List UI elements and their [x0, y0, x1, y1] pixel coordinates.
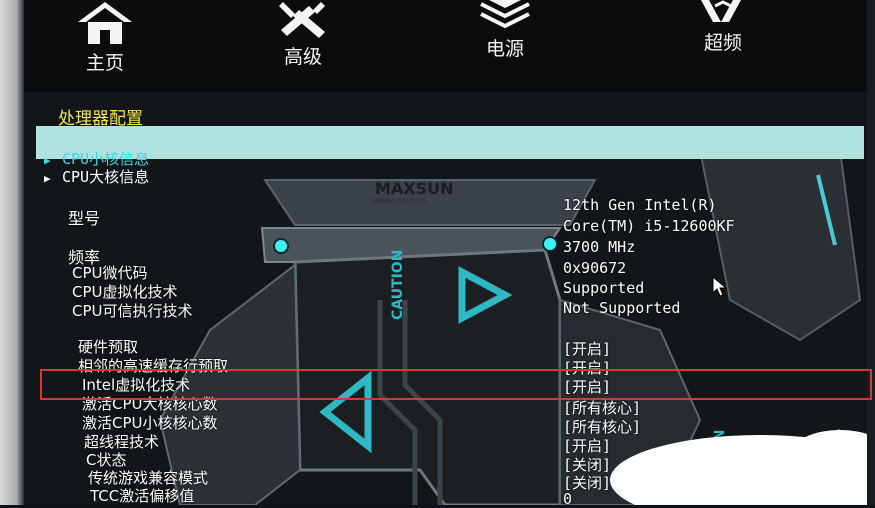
- setting-value-big-core-count[interactable]: [所有核心]: [563, 397, 641, 418]
- setting-value-tcc-offset[interactable]: 0: [563, 490, 572, 508]
- wrench-icon: [279, 2, 325, 38]
- home-icon: [78, 2, 132, 44]
- info-label-model: 型号: [68, 209, 101, 228]
- submenu-label: CPU大核信息: [62, 168, 150, 186]
- setting-value-hyperthreading[interactable]: [开启]: [563, 435, 611, 456]
- info-label-trusted-execution: CPU可信执行技术: [72, 302, 193, 320]
- info-value-microcode: 0x90672: [563, 259, 627, 277]
- nav-power[interactable]: 电源: [460, 0, 550, 61]
- monitor-bezel-right: [867, 0, 875, 505]
- brand-logo: MAXSUN: [375, 179, 454, 198]
- nav-overclock[interactable]: 超频: [678, 0, 768, 55]
- monitor-bezel-left: [0, 0, 24, 505]
- info-value-frequency: 3700 MHz: [563, 238, 636, 256]
- info-value-virtualization: Supported: [563, 279, 645, 297]
- brand-tagline: GAMING ENDLESS: [372, 198, 427, 205]
- nav-home[interactable]: 主页: [60, 0, 150, 75]
- mouse-cursor-icon: [712, 276, 728, 297]
- setting-label-small-core-count[interactable]: 激活CPU小核核心数: [82, 412, 218, 433]
- info-label-microcode: CPU微代码: [72, 264, 148, 282]
- nav-power-label: 电源: [485, 38, 524, 60]
- power-layers-icon: [480, 0, 530, 29]
- info-value-trusted-execution: Not Supported: [563, 299, 681, 317]
- info-value-model: 12th Gen Intel(R): [563, 196, 717, 214]
- caution-label: CAUTION: [390, 250, 406, 320]
- setting-value-hw-prefetch[interactable]: [开启]: [563, 338, 611, 359]
- info-label-virtualization: CPU虚拟化技术: [72, 283, 178, 301]
- nav-home-label: 主页: [85, 52, 124, 74]
- setting-value-small-core-count[interactable]: [所有核心]: [563, 416, 641, 437]
- selection-highlight: [36, 126, 864, 159]
- overclock-icon: [701, 0, 741, 22]
- nav-advanced-label: 高级: [283, 46, 322, 68]
- setting-label-tcc-offset[interactable]: TCC激活偏移值: [90, 485, 194, 506]
- nav-overclock-label: 超频: [703, 32, 742, 54]
- annotation-highlight-box: [40, 369, 872, 400]
- setting-label-hw-prefetch[interactable]: 硬件预取: [78, 336, 138, 357]
- info-value-model-line2: Core(TM) i5-12600KF: [563, 217, 735, 235]
- arrow-right-icon: ▶: [44, 172, 51, 185]
- submenu-cpu-big-core[interactable]: ▶ CPU大核信息: [44, 166, 149, 187]
- nav-advanced[interactable]: 高级: [258, 0, 348, 69]
